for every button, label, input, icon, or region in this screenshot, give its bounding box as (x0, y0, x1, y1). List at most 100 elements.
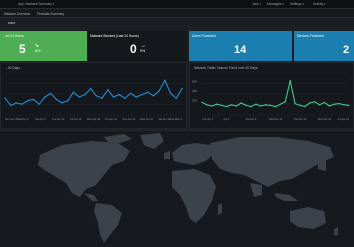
tab-malware-overview[interactable]: Malware Overview (4, 12, 30, 16)
data-point (279, 103, 282, 105)
data-point (323, 101, 326, 104)
x-tick-label: Thu Apr 21 (105, 117, 118, 121)
data-point (328, 105, 331, 107)
data-point (333, 103, 335, 105)
kpi-value: 2 (343, 44, 350, 56)
dashboard-nav: Malware Overview Firewalls Summary (0, 9, 354, 18)
data-point (260, 105, 262, 107)
data-point (181, 87, 183, 90)
data-point (27, 99, 29, 102)
messages-menu[interactable]: Messages ▾ (267, 2, 284, 6)
x-tick-label: Fri Apr 22 (338, 117, 350, 121)
x-tick-label: Fri Apr 15 (70, 117, 82, 121)
data-point (112, 96, 115, 98)
x-tick-label: Sat Apr 9 (246, 117, 257, 121)
data-point (135, 96, 138, 98)
data-point (289, 80, 291, 82)
tab-firewalls-summary[interactable]: Firewalls Summary (37, 12, 64, 16)
kpi-change: -8% (34, 49, 41, 53)
kpi-title: ...ed 24 Hours (3, 34, 24, 38)
data-point (15, 102, 18, 104)
data-point (10, 104, 12, 107)
data-point (4, 97, 6, 99)
x-tick-label: Wed Apr 6 (17, 117, 30, 121)
data-point (299, 104, 301, 107)
kpi-value: 0 (130, 42, 137, 56)
data-point (343, 104, 345, 106)
x-tick-label: Sun Jun 3 (5, 117, 17, 121)
data-point (304, 105, 306, 108)
x-tick-label: Wed Apr 13 (269, 117, 283, 121)
x-tick-label: Mon Apr 18 (318, 117, 332, 121)
x-tick-label: Tue Apr 5 (202, 117, 214, 121)
network-traffic-panel: Network Traffic Volume Trend over 30 Day… (189, 62, 354, 129)
section-label: ware (8, 21, 16, 25)
data-point (269, 104, 272, 107)
kpi-title: Users Protected (192, 34, 216, 38)
data-point (147, 91, 149, 93)
data-point (44, 96, 46, 98)
data-point (314, 101, 316, 103)
world-map[interactable] (0, 130, 354, 247)
data-point (32, 98, 35, 101)
data-point (220, 104, 223, 107)
data-point (216, 103, 218, 105)
kpi-malware-blocked[interactable]: Malware Blocked (Last 24 Hours) 0 → 0% (88, 31, 187, 61)
data-point (164, 79, 166, 81)
network-traffic-chart: 60K 40K 20K Tue Apr 5 Apr 6 Sat Apr 9 Wed Apr … (192, 72, 350, 121)
kpi-value: 14 (234, 44, 247, 56)
data-point (206, 104, 208, 106)
data-point (61, 102, 63, 104)
x-tick-label: Apr 6 (223, 117, 230, 121)
data-point (158, 90, 160, 92)
data-point (95, 95, 98, 97)
data-point (225, 105, 228, 108)
data-point (255, 103, 257, 105)
settings-menu[interactable]: Settings ▾ (290, 2, 304, 6)
data-point (38, 103, 40, 105)
x-tick-label: Wed Apr 27 (140, 117, 154, 121)
data-point (284, 101, 286, 103)
data-point (124, 97, 126, 99)
data-point (78, 96, 80, 98)
data-point (175, 97, 177, 99)
data-point (348, 104, 350, 107)
x-tick-label: Mon Apr 18 (87, 117, 101, 121)
data-point (235, 105, 237, 107)
data-point (265, 104, 267, 106)
series-line (201, 80, 350, 108)
data-point (129, 92, 132, 95)
y-tick-label: 40K (192, 89, 197, 93)
data-point (21, 103, 23, 105)
series-line (4, 79, 183, 106)
data-point (211, 105, 213, 107)
kpi-change: 0% (140, 49, 146, 53)
section-header (0, 18, 354, 30)
data-point (338, 102, 340, 105)
activity-menu[interactable]: Activity ▾ (313, 2, 326, 6)
data-point (152, 95, 155, 97)
kpi-users-protected[interactable]: Users Protected 14 (189, 31, 292, 61)
kpi-devices-protected[interactable]: Devices Protected 2 (294, 31, 354, 61)
data-point (201, 101, 203, 104)
data-point (118, 93, 120, 96)
kpi-title: Malware Blocked (Last 24 Hours) (90, 34, 139, 38)
kpi-title: Devices Protected (297, 34, 324, 38)
data-point (49, 92, 52, 95)
data-point (245, 104, 247, 107)
data-point (250, 105, 252, 108)
data-point (309, 102, 311, 104)
data-point (318, 104, 321, 106)
user-menu[interactable]: Jack ▾ (252, 2, 261, 6)
x-tick-label: Tue May 3 (170, 117, 183, 121)
data-point (141, 93, 143, 96)
data-point (169, 92, 172, 95)
app-menu[interactable]: App: Malware Summary ▾ (18, 2, 55, 6)
data-point (230, 104, 233, 106)
y-tick-label: 60K (192, 79, 197, 83)
x-tick-label: Sat Apr 9 (35, 117, 46, 121)
data-point (274, 105, 277, 108)
kpi-malware-detected[interactable]: ...ed 24 Hours 5 ↘ -8% (0, 31, 87, 61)
data-point (67, 99, 69, 102)
data-point (294, 102, 296, 105)
